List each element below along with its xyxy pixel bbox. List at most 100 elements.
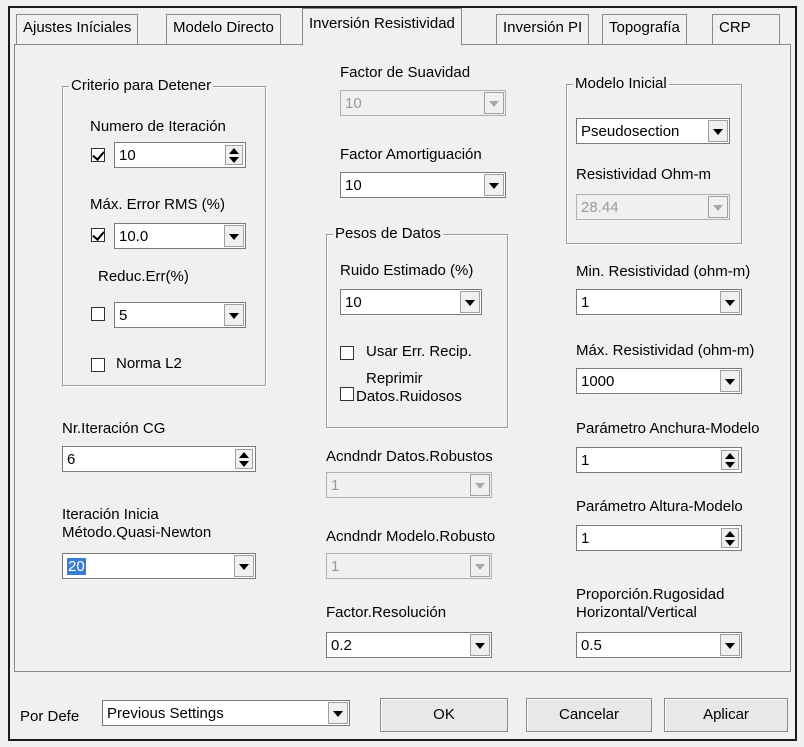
suppress-noisy-label-line1: Reprimir (366, 370, 423, 387)
initial-resistivity-value: 28.44 (581, 199, 619, 216)
tab-topografia[interactable]: Topografía (602, 14, 687, 44)
chevron-down-icon[interactable] (484, 174, 504, 196)
chevron-down-icon[interactable] (708, 120, 728, 142)
max-resistivity-value: 1000 (581, 373, 615, 390)
stop-criteria-title: Criterio para Detener (69, 77, 214, 94)
max-rms-select[interactable]: 10.0 (114, 223, 246, 249)
robust-model-select[interactable]: 1 (326, 553, 492, 579)
initial-model-type-select[interactable]: Pseudosection (576, 118, 730, 144)
resolution-factor-label: Factor.Resolución (326, 604, 447, 621)
min-resistivity-select[interactable]: 1 (576, 289, 742, 315)
reciprocal-error-checkbox[interactable] (340, 346, 354, 360)
cg-iterations-value: 6 (67, 451, 76, 468)
estimated-noise-select[interactable]: 10 (340, 289, 482, 315)
iteration-count-label: Numero de Iteración (90, 118, 226, 135)
error-reduction-checkbox[interactable] (91, 307, 105, 321)
estimated-noise-label: Ruido Estimado (%) (340, 262, 474, 279)
cg-iterations-stepper[interactable]: 6 (62, 446, 256, 472)
max-resistivity-select[interactable]: 1000 (576, 368, 742, 394)
max-rms-label: Máx. Error RMS (%) (90, 196, 225, 213)
default-label: Por Defe (20, 708, 80, 725)
max-rms-value: 10.0 (119, 228, 149, 245)
robust-model-label: Acndndr Modelo.Robusto (326, 528, 496, 545)
model-height-label: Parámetro Altura-Modelo (576, 498, 743, 515)
min-resistivity-label: Min. Resistividad (ohm-m) (576, 263, 751, 280)
roughness-ratio-label-line1: Proporción.Rugosidad (576, 586, 725, 603)
quasi-newton-label-line2: Método.Quasi-Newton (62, 524, 212, 541)
smoothness-value: 10 (345, 95, 362, 112)
cg-iterations-label: Nr.Iteración CG (62, 420, 166, 437)
roughness-ratio-label-line2: Horizontal/Vertical (576, 604, 697, 621)
roughness-ratio-select[interactable]: 0.5 (576, 632, 742, 658)
chevron-down-icon[interactable] (720, 291, 740, 313)
error-reduction-label: Reduc.Err(%) (98, 268, 189, 285)
resolution-factor-value: 0.2 (331, 637, 352, 654)
damping-label: Factor Amortiguación (340, 146, 482, 163)
chevron-down-icon[interactable] (234, 555, 254, 577)
robust-data-value: 1 (331, 477, 340, 494)
chevron-down-icon[interactable] (328, 702, 348, 724)
data-weights-title: Pesos de Datos (333, 225, 443, 242)
preset-value: Previous Settings (107, 705, 224, 722)
initial-resistivity-select[interactable]: 28.44 (576, 194, 730, 220)
chevron-down-icon[interactable] (460, 291, 480, 313)
chevron-down-icon[interactable] (708, 196, 728, 218)
suppress-noisy-label-line2: Datos.Ruidosos (356, 388, 462, 405)
spin-updown-icon[interactable] (225, 145, 243, 165)
tab-crp[interactable]: CRP (712, 14, 780, 44)
chevron-down-icon[interactable] (224, 225, 244, 247)
suppress-noisy-checkbox[interactable] (340, 387, 354, 401)
initial-model-title: Modelo Inicial (573, 75, 669, 92)
initial-resistivity-label: Resistividad Ohm-m (576, 166, 712, 183)
ok-button[interactable]: OK (380, 698, 508, 732)
iteration-count-checkbox[interactable] (91, 148, 105, 162)
max-rms-checkbox[interactable] (91, 228, 105, 242)
min-resistivity-value: 1 (581, 294, 590, 311)
tab-modelo-directo[interactable]: Modelo Directo (166, 14, 281, 44)
chevron-down-icon[interactable] (470, 634, 490, 656)
robust-data-select[interactable]: 1 (326, 472, 492, 498)
resolution-factor-select[interactable]: 0.2 (326, 632, 492, 658)
quasi-newton-label-line1: Iteración Inicia (62, 506, 159, 523)
model-width-label: Parámetro Anchura-Modelo (576, 420, 760, 437)
robust-model-value: 1 (331, 558, 340, 575)
initial-model-type-value: Pseudosection (581, 123, 680, 140)
error-reduction-value: 5 (119, 307, 128, 324)
apply-button[interactable]: Aplicar (664, 698, 788, 732)
quasi-newton-select[interactable]: 20 (62, 553, 256, 579)
l2-norm-label: Norma L2 (116, 355, 182, 372)
tab-ajustes-iniciales[interactable]: Ajustes Iníciales (16, 14, 139, 44)
damping-value: 10 (345, 177, 362, 194)
roughness-ratio-value: 0.5 (581, 637, 602, 654)
chevron-down-icon[interactable] (720, 370, 740, 392)
reciprocal-error-label: Usar Err. Recip. (366, 343, 472, 360)
cancel-button[interactable]: Cancelar (526, 698, 652, 732)
iteration-count-value: 10 (119, 147, 136, 164)
tab-inversion-pi[interactable]: Inversión PI (496, 14, 590, 44)
model-height-stepper[interactable]: 1 (576, 525, 742, 551)
tab-inversion-resistividad[interactable]: Inversión Resistividad (302, 8, 462, 46)
max-resistivity-label: Máx. Resistividad (ohm-m) (576, 342, 755, 359)
preset-select[interactable]: Previous Settings (102, 700, 350, 726)
chevron-down-icon[interactable] (224, 304, 244, 326)
estimated-noise-value: 10 (345, 294, 362, 311)
chevron-down-icon[interactable] (484, 92, 504, 114)
damping-select[interactable]: 10 (340, 172, 506, 198)
spin-updown-icon[interactable] (721, 450, 739, 470)
model-height-value: 1 (581, 530, 590, 547)
robust-data-label: Acndndr Datos.Robustos (326, 448, 493, 465)
chevron-down-icon[interactable] (720, 634, 740, 656)
initial-model-group: Modelo Inicial (566, 75, 742, 244)
model-width-stepper[interactable]: 1 (576, 447, 742, 473)
chevron-down-icon[interactable] (470, 555, 490, 577)
error-reduction-select[interactable]: 5 (114, 302, 246, 328)
spin-updown-icon[interactable] (721, 528, 739, 548)
spin-updown-icon[interactable] (235, 449, 253, 469)
smoothness-label: Factor de Suavidad (340, 64, 471, 81)
iteration-count-stepper[interactable]: 10 (114, 142, 246, 168)
chevron-down-icon[interactable] (470, 474, 490, 496)
quasi-newton-value: 20 (67, 558, 86, 575)
l2-norm-checkbox[interactable] (91, 358, 105, 372)
smoothness-select[interactable]: 10 (340, 90, 506, 116)
model-width-value: 1 (581, 452, 590, 469)
